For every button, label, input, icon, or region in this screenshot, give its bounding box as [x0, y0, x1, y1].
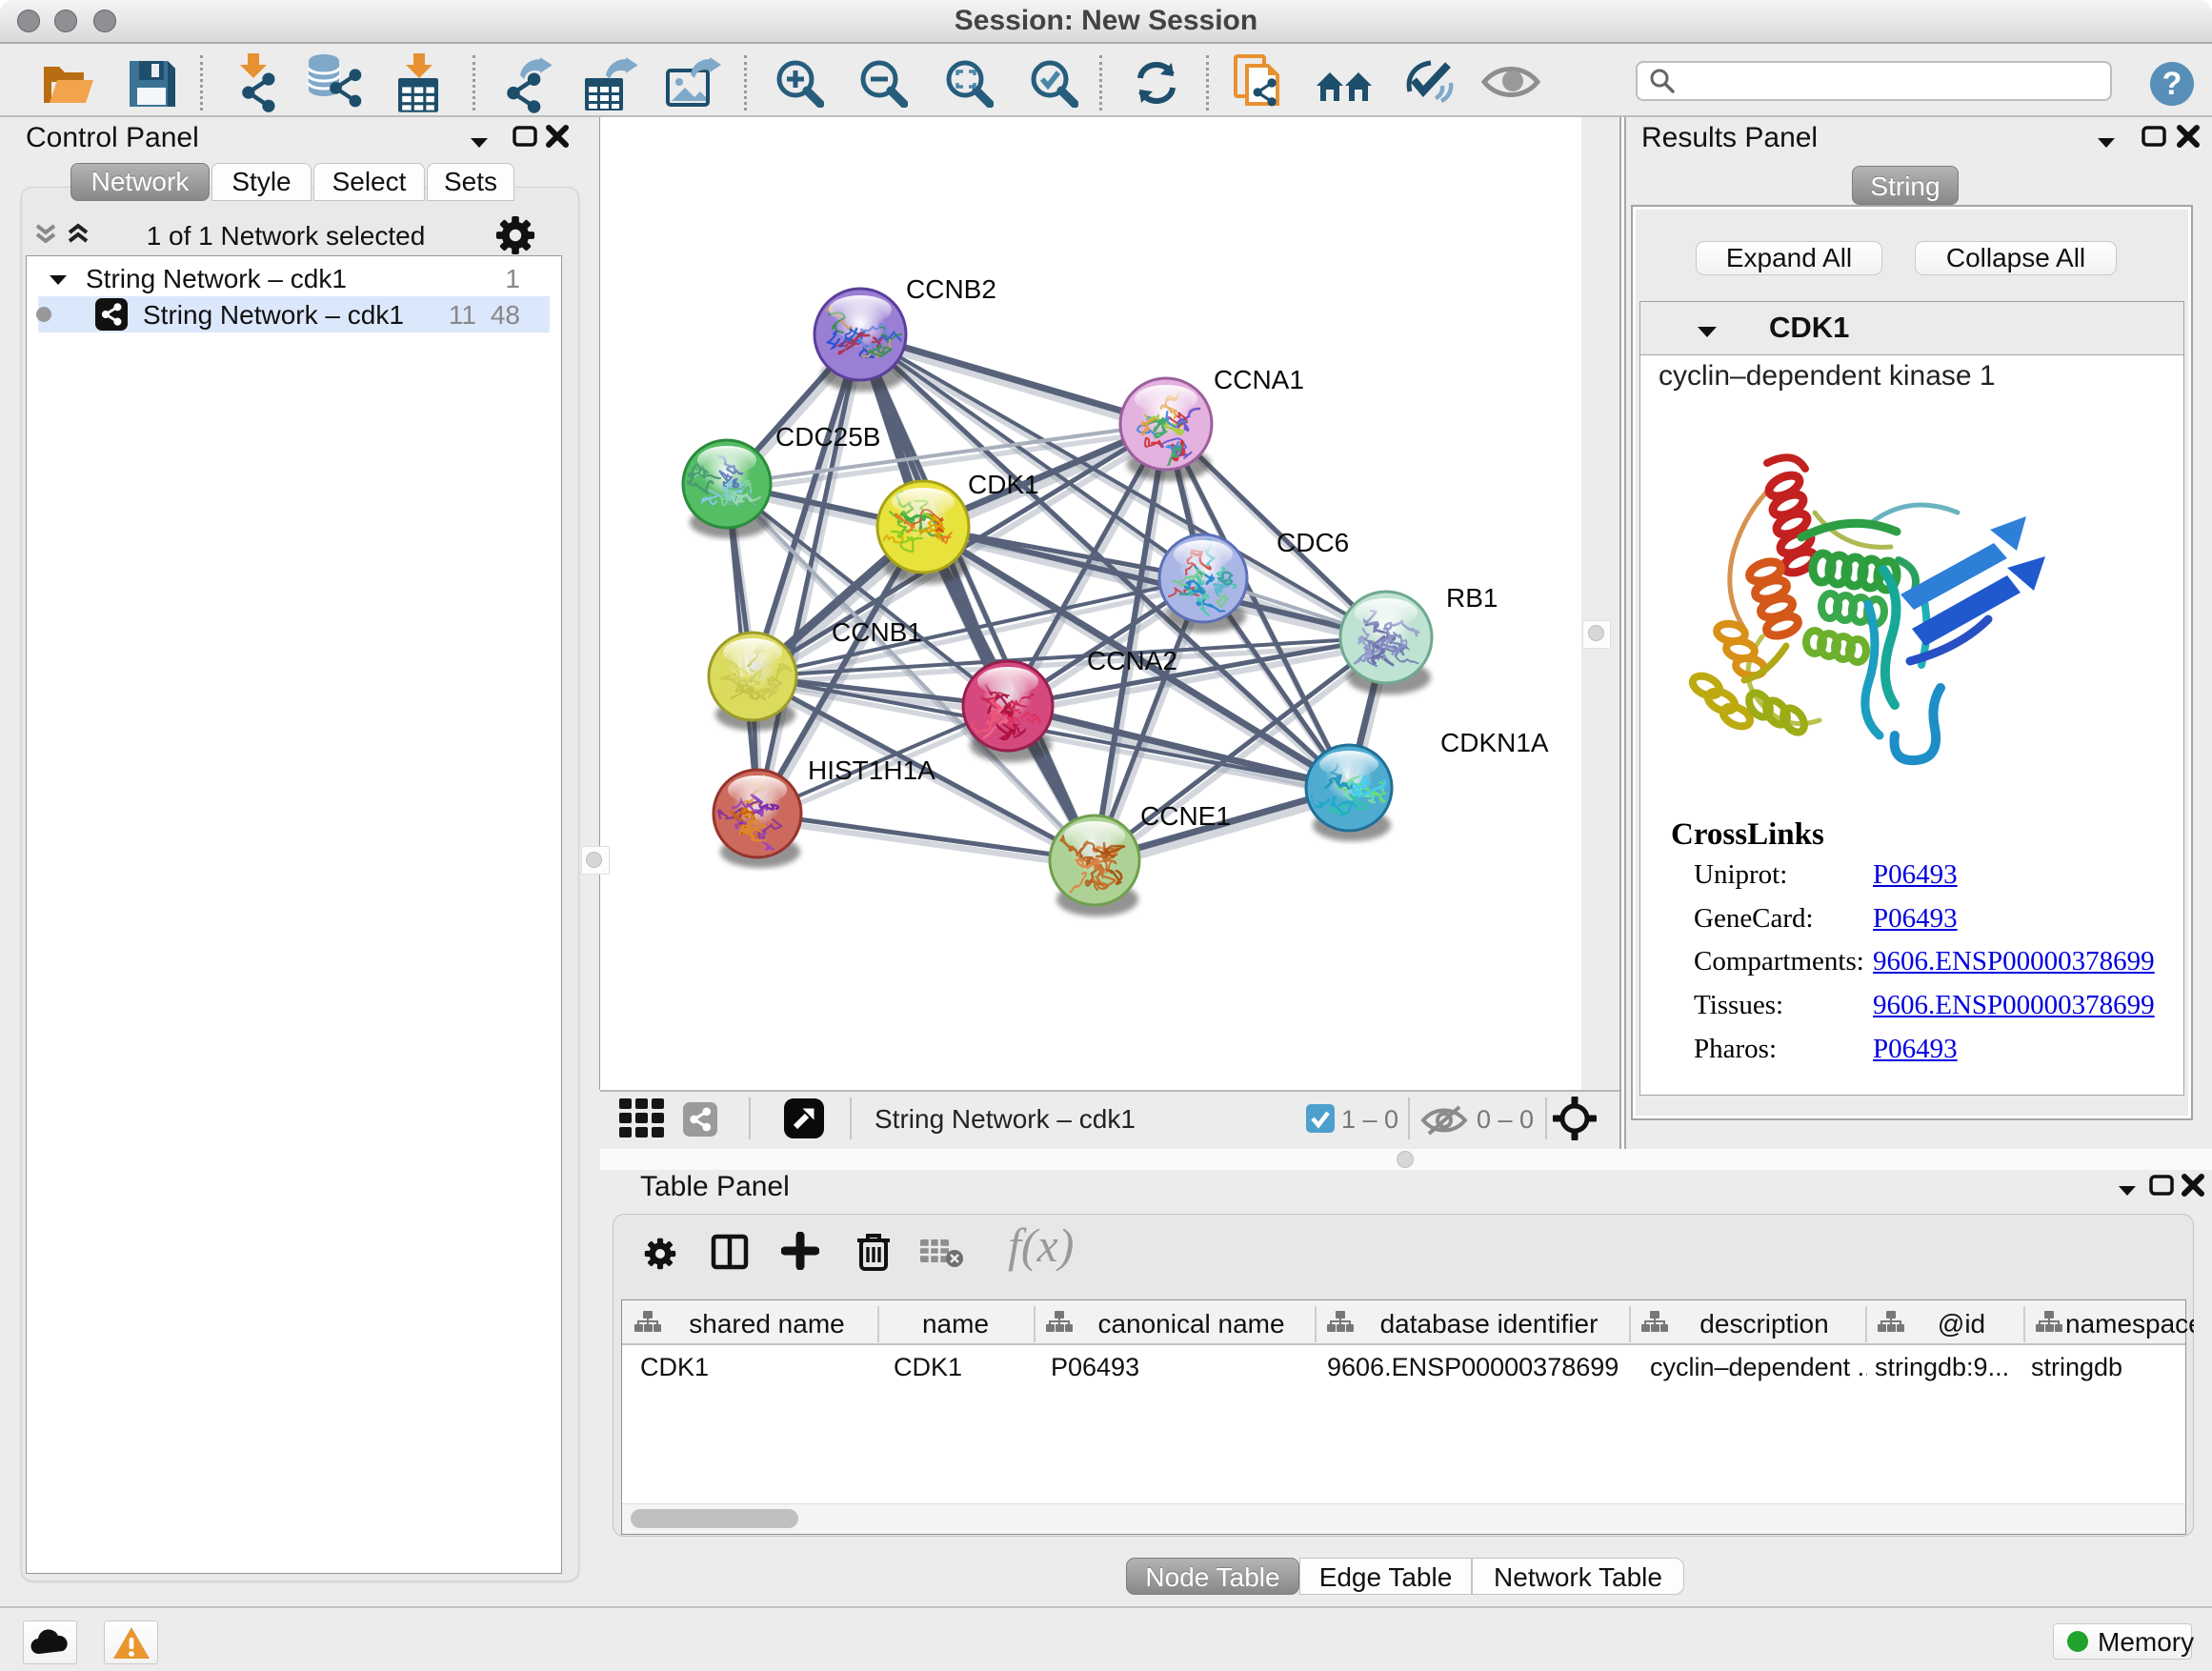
svg-text:CCNE1: CCNE1 — [1140, 801, 1231, 831]
svg-text:CCNB1: CCNB1 — [832, 617, 922, 647]
svg-text:CCNA2: CCNA2 — [1087, 646, 1177, 675]
svg-text:CDC25B: CDC25B — [775, 422, 880, 452]
svg-text:CDC6: CDC6 — [1277, 528, 1349, 557]
svg-text:CCNB2: CCNB2 — [906, 274, 996, 304]
svg-text:CDK1: CDK1 — [968, 470, 1039, 499]
svg-text:HIST1H1A: HIST1H1A — [808, 755, 935, 785]
svg-text:?: ? — [2162, 66, 2182, 102]
svg-text:CDKN1A: CDKN1A — [1440, 728, 1549, 757]
svg-text:RB1: RB1 — [1446, 583, 1498, 613]
svg-text:CCNA1: CCNA1 — [1214, 365, 1304, 394]
